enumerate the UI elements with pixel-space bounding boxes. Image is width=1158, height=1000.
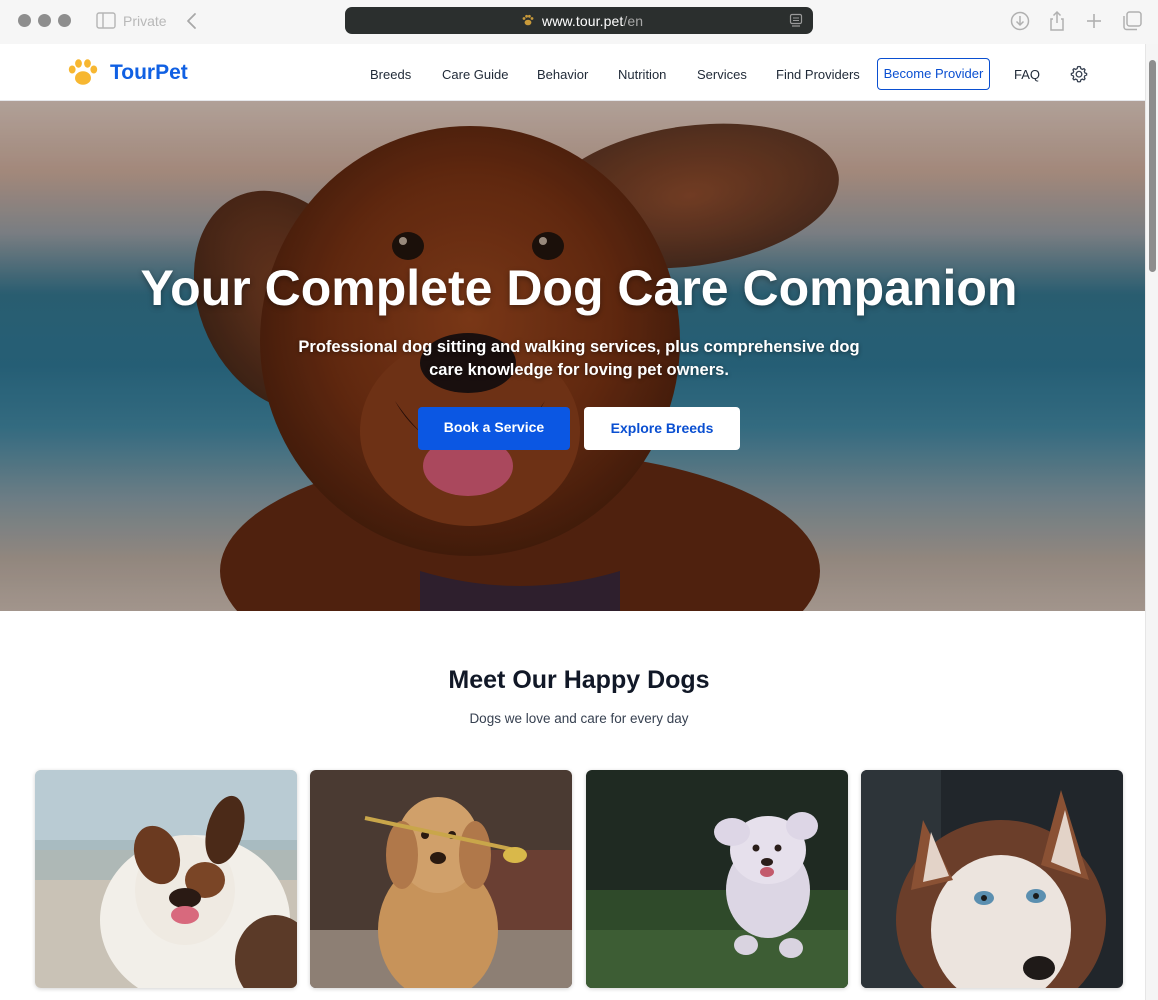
dog-card[interactable] — [310, 770, 572, 988]
book-service-button[interactable]: Book a Service — [418, 407, 570, 450]
address-bar[interactable]: www.tour.pet/en — [345, 7, 813, 34]
happy-dogs-subtitle: Dogs we love and care for every day — [469, 711, 689, 726]
page-scrollbar[interactable] — [1145, 44, 1158, 1000]
nav-link-care-guide[interactable]: Care Guide — [442, 67, 508, 82]
minimize-window-button[interactable] — [38, 14, 51, 27]
url-host: www.tour.pet — [542, 13, 624, 29]
browser-toolbar: Private www.tour.pet/en — [0, 0, 1158, 44]
new-tab-plus-icon[interactable] — [1083, 10, 1105, 32]
site-paw-favicon-icon — [522, 14, 534, 26]
white-poodle-photo-icon — [586, 770, 848, 988]
hero-title: Your Complete Dog Care Companion — [140, 260, 1018, 316]
dog-card[interactable] — [35, 770, 297, 988]
private-browsing-label: Private — [123, 13, 167, 29]
dog-card[interactable] — [861, 770, 1123, 988]
paw-logo-icon[interactable] — [67, 57, 99, 87]
tab-overview-icon[interactable] — [1121, 10, 1143, 32]
web-page: TourPet Breeds Care Guide Behavior Nutri… — [0, 44, 1145, 1000]
dog-card[interactable] — [586, 770, 848, 988]
explore-breeds-button[interactable]: Explore Breeds — [584, 407, 740, 450]
scrollbar-thumb[interactable] — [1149, 60, 1156, 272]
nav-link-find-providers[interactable]: Find Providers — [776, 67, 860, 82]
site-header: TourPet Breeds Care Guide Behavior Nutri… — [0, 44, 1145, 101]
gear-icon[interactable] — [1070, 65, 1088, 83]
nav-link-faq[interactable]: FAQ — [1014, 67, 1040, 82]
nav-link-nutrition[interactable]: Nutrition — [618, 67, 666, 82]
happy-dogs-title: Meet Our Happy Dogs — [448, 666, 710, 694]
download-icon[interactable] — [1009, 10, 1031, 32]
husky-photo-icon — [861, 770, 1123, 988]
nav-link-services[interactable]: Services — [697, 67, 747, 82]
nav-link-behavior[interactable]: Behavior — [537, 67, 588, 82]
australian-shepherd-photo-icon — [35, 770, 297, 988]
back-arrow-icon[interactable] — [184, 10, 200, 32]
url-path: /en — [623, 13, 644, 29]
hero-subtitle: Professional dog sitting and walking ser… — [298, 338, 860, 379]
hero-banner: Your Complete Dog Care Companion Profess… — [0, 101, 1145, 611]
zoom-window-button[interactable] — [58, 14, 71, 27]
close-window-button[interactable] — [18, 14, 31, 27]
nav-link-breeds[interactable]: Breeds — [370, 67, 411, 82]
become-provider-button[interactable]: Become Provider — [877, 58, 990, 90]
sidebar-toggle-icon[interactable] — [96, 12, 116, 29]
site-logo-text[interactable]: TourPet — [110, 61, 188, 85]
golden-retriever-photo-icon — [310, 770, 572, 988]
reader-mode-icon[interactable] — [789, 13, 803, 28]
url-text: www.tour.pet/en — [542, 13, 643, 29]
share-icon[interactable] — [1046, 10, 1068, 32]
